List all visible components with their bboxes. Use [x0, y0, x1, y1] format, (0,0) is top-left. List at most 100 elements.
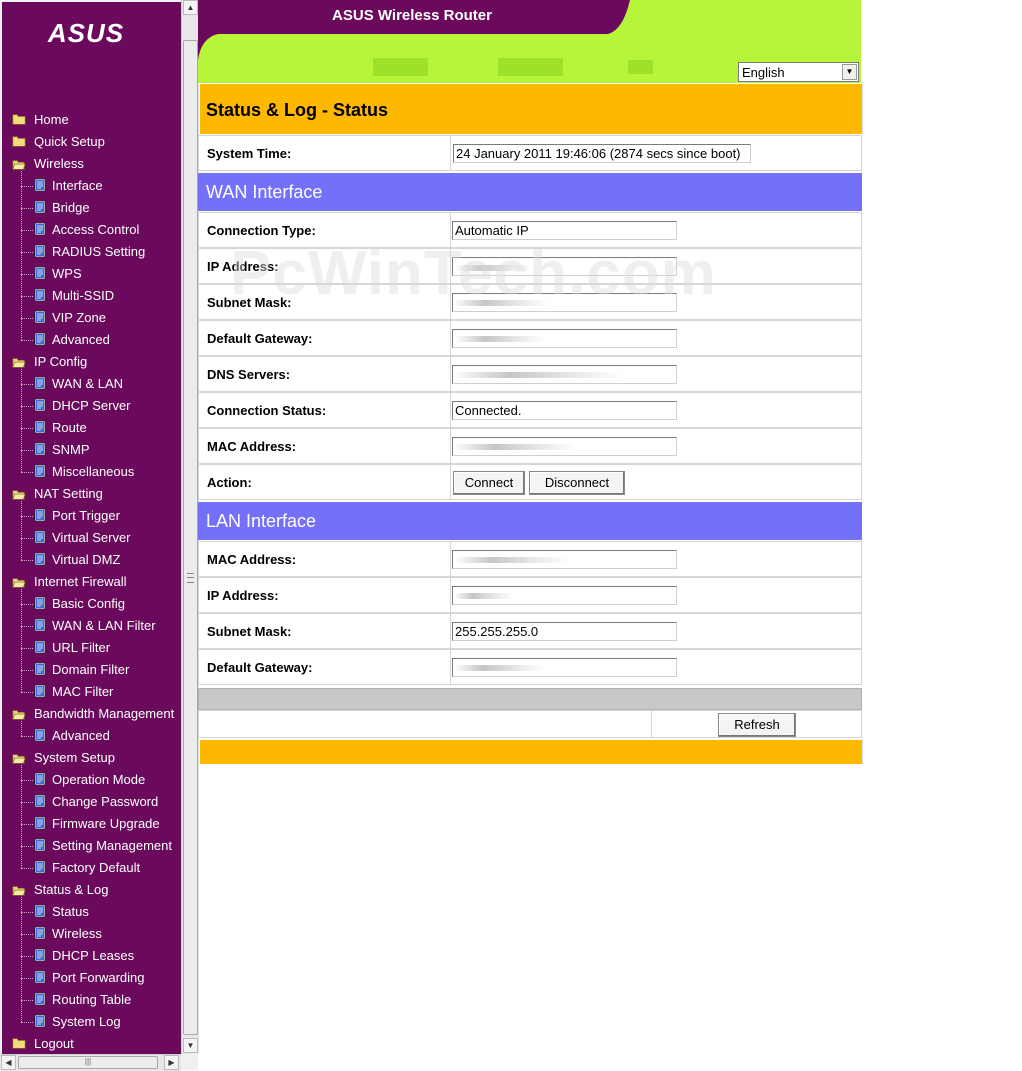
tree-connector [21, 369, 22, 472]
navigation-frame: ASUS Home Quick Setup Wireless Interface Bri… [0, 0, 199, 1071]
document-icon [34, 266, 46, 280]
sidebar-item-label: Firmware Upgrade [52, 816, 160, 831]
footer-left-cell [199, 711, 652, 737]
document-icon [34, 684, 46, 698]
scroll-down-button[interactable]: ▼ [183, 1038, 198, 1053]
sidebar-item-label: MAC Filter [52, 684, 114, 699]
lan-ip-address-row: IP Address: [198, 577, 862, 613]
wan-connection-status-row: Connection Status: Connected. [198, 392, 862, 428]
tree-connector [21, 516, 33, 517]
document-icon [34, 530, 46, 544]
document-icon [34, 838, 46, 852]
sidebar-menu: ASUS Home Quick Setup Wireless Interface Bri… [2, 2, 181, 1054]
chevron-down-icon[interactable]: ▼ [842, 64, 857, 80]
banner-title: ASUS Wireless Router [332, 7, 492, 24]
connection-status-label: Connection Status: [199, 393, 451, 427]
lan-ip-address-label: IP Address: [199, 578, 451, 612]
wan-subnet-mask-row: Subnet Mask: [198, 284, 862, 320]
sidebar-item-label: System Setup [34, 750, 115, 765]
document-icon [34, 992, 46, 1006]
document-icon [34, 200, 46, 214]
wan-ip-address-row: IP Address: [198, 248, 862, 284]
dns-servers-field [452, 365, 677, 384]
scroll-right-button[interactable]: ▶ [164, 1055, 179, 1070]
sidebar-item-label: Virtual Server [52, 530, 131, 545]
horizontal-scrollbar[interactable]: ◀ ||| ▶ [0, 1054, 181, 1071]
dns-servers-label: DNS Servers: [199, 357, 451, 391]
language-select[interactable]: English ▼ [738, 62, 859, 82]
connect-button[interactable]: Connect [453, 471, 525, 495]
tree-connector [21, 560, 33, 561]
document-icon [34, 904, 46, 918]
document-icon [34, 398, 46, 412]
horizontal-scroll-thumb[interactable]: ||| [18, 1056, 158, 1069]
sidebar-item-label: Setting Management [52, 838, 172, 853]
lan-default-gateway-row: Default Gateway: [198, 649, 862, 685]
lan-subnet-mask-field: 255.255.255.0 [452, 622, 677, 641]
document-icon [34, 728, 46, 742]
document-icon [34, 464, 46, 478]
tree-connector [21, 1022, 33, 1023]
folder-icon [12, 886, 26, 896]
action-label: Action: [199, 465, 451, 499]
document-icon [34, 310, 46, 324]
tree-connector [21, 780, 33, 781]
document-icon [34, 222, 46, 236]
tree-connector [21, 721, 22, 736]
document-icon [34, 376, 46, 390]
document-icon [34, 772, 46, 786]
tree-connector [21, 538, 33, 539]
document-icon [34, 794, 46, 808]
language-select-value: English [742, 65, 785, 80]
document-icon [34, 288, 46, 302]
sidebar-item-label: Bridge [52, 200, 90, 215]
document-icon [34, 970, 46, 984]
document-icon [34, 244, 46, 258]
scroll-up-button[interactable]: ▲ [183, 0, 198, 15]
sidebar-item-label: RADIUS Setting [52, 244, 146, 259]
tree-connector [21, 897, 22, 1022]
wan-action-row: Action: Connect Disconnect [198, 464, 862, 500]
tree-connector [21, 736, 33, 737]
sidebar-item-label: Change Password [52, 794, 159, 809]
sidebar-item-label: Basic Config [52, 596, 125, 611]
wan-subnet-mask-label: Subnet Mask: [199, 285, 451, 319]
document-icon [34, 420, 46, 434]
sidebar-item-label: Home [34, 112, 69, 127]
sidebar-item-label: System Log [52, 1014, 121, 1029]
tree-connector [21, 501, 22, 560]
lan-mac-address-label: MAC Address: [199, 542, 451, 576]
sidebar-item-label: Internet Firewall [34, 574, 127, 589]
document-icon [34, 662, 46, 676]
tree-connector [21, 589, 22, 692]
wan-dns-servers-row: DNS Servers: [198, 356, 862, 392]
sidebar-item-label: Quick Setup [34, 134, 105, 149]
sidebar-item-label: Bandwidth Management [34, 706, 175, 721]
scroll-left-button[interactable]: ◀ [1, 1055, 16, 1070]
tree-connector [21, 208, 33, 209]
page-title-bar: Status & Log - Status [200, 84, 863, 134]
folder-icon [12, 490, 26, 500]
sidebar-item-label: Port Forwarding [52, 970, 145, 985]
sidebar-item-label: NAT Setting [34, 486, 103, 501]
disconnect-button[interactable]: Disconnect [529, 471, 625, 495]
lan-default-gateway-field [452, 658, 677, 677]
sidebar-item-label: WPS [52, 266, 82, 281]
folder-icon [12, 358, 26, 368]
document-icon [34, 442, 46, 456]
scroll-thumb[interactable] [183, 40, 198, 1035]
sidebar-item-label: Status [52, 904, 89, 919]
document-icon [34, 640, 46, 654]
sidebar-item-label: VIP Zone [52, 310, 106, 325]
folder-icon [12, 136, 26, 147]
tree-connector [21, 230, 33, 231]
wan-interface-header: WAN Interface [198, 173, 862, 211]
folder-icon [12, 1038, 26, 1049]
document-icon [34, 618, 46, 632]
sidebar-item-label: Port Trigger [52, 508, 120, 523]
refresh-button[interactable]: Refresh [718, 713, 796, 737]
system-time-label: System Time: [199, 136, 451, 170]
connection-status-field: Connected. [452, 401, 677, 420]
document-icon [34, 552, 46, 566]
vertical-scrollbar[interactable]: ▲ ▼ [181, 0, 199, 1054]
